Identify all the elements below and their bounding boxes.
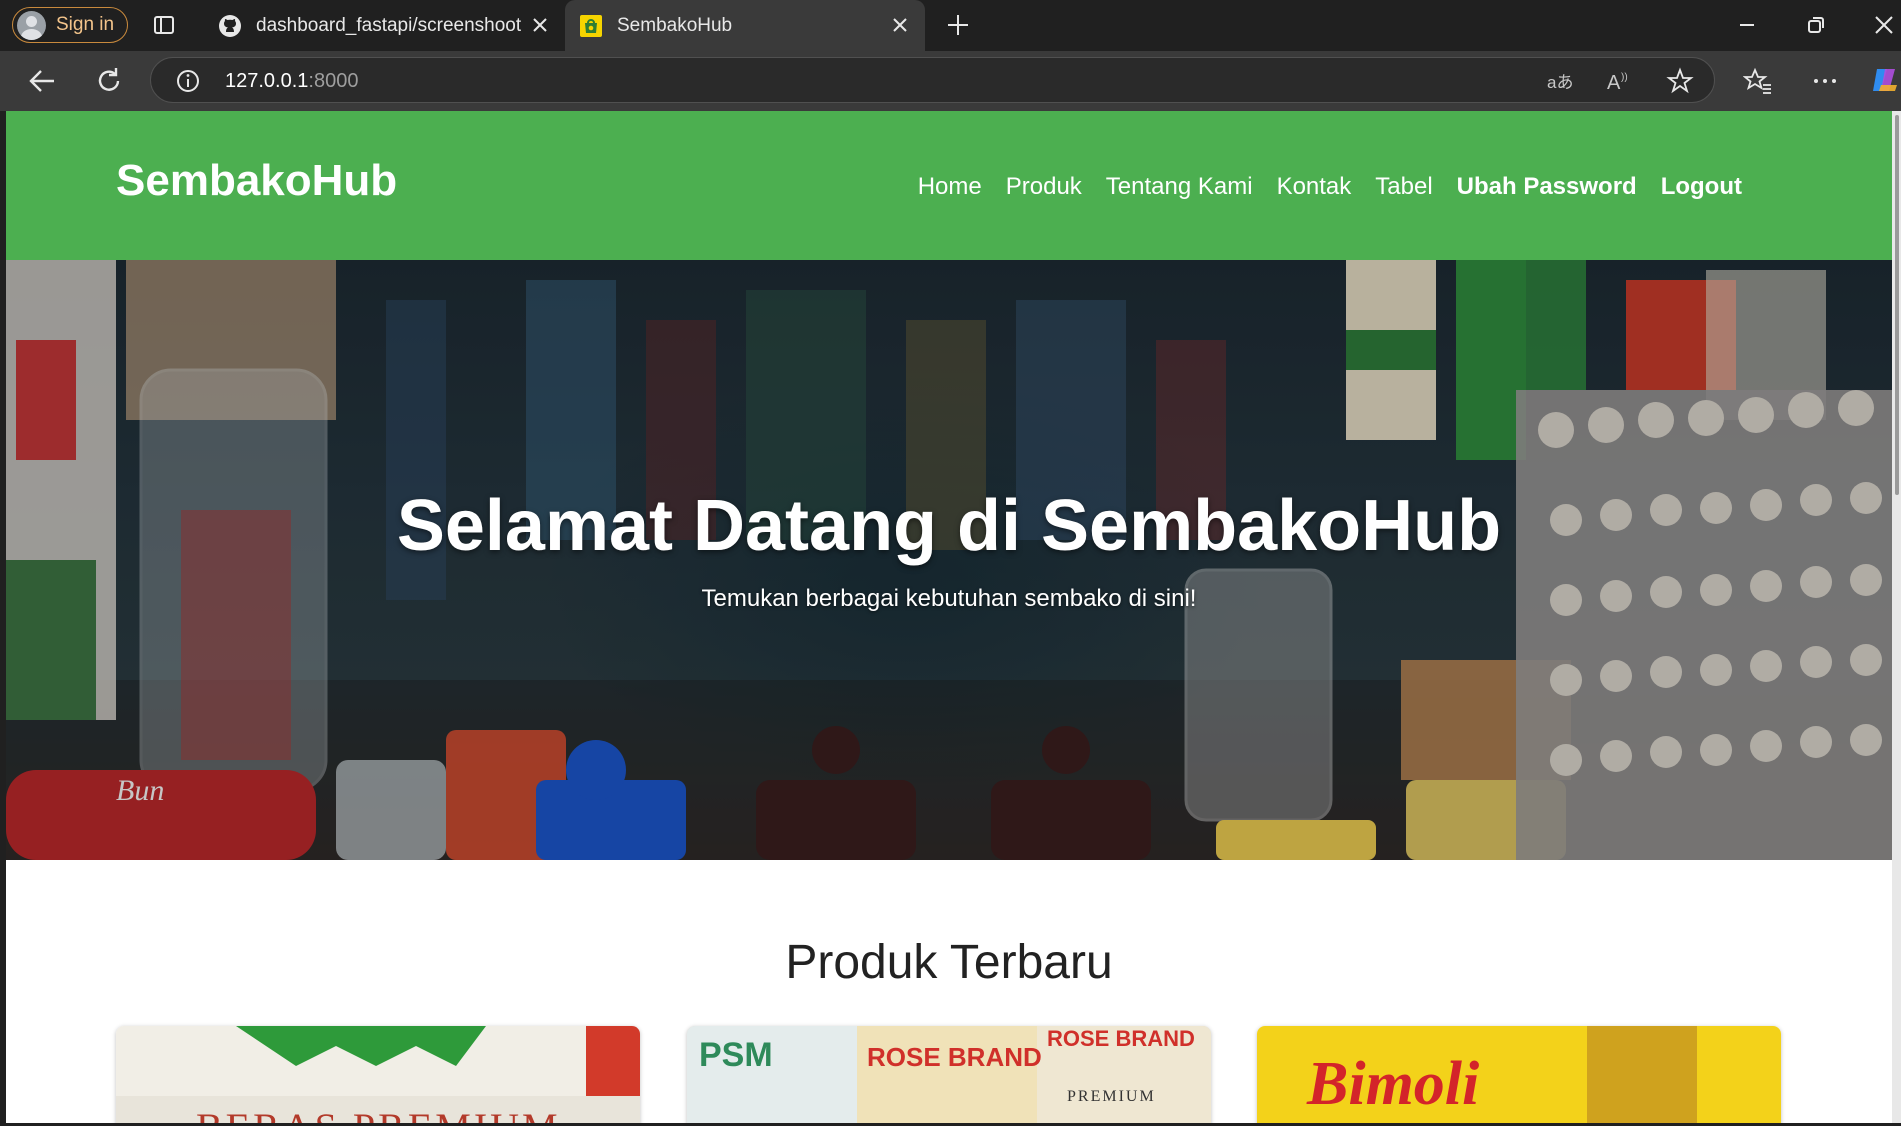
svg-text:)): )) (1621, 72, 1628, 83)
product-image-text: Bimoli (1306, 1050, 1479, 1118)
site-navbar: SembakoHub Home Produk Tentang Kami Kont… (6, 111, 1892, 260)
translate-icon[interactable]: aあ (1546, 68, 1574, 94)
svg-text:A: A (1607, 72, 1621, 94)
rose-brand-label: ROSE BRAND (1047, 1026, 1195, 1051)
product-card[interactable]: BERAS PREMIUM (116, 1026, 640, 1123)
product-image-text: BERAS PREMIUM (196, 1105, 561, 1123)
site-brand[interactable]: SembakoHub (116, 156, 397, 206)
tab-actions-icon[interactable] (152, 13, 176, 37)
product-image-text: ROSE BRAND (867, 1042, 1042, 1072)
nav-tentang-kami[interactable]: Tentang Kami (1106, 173, 1253, 201)
nav-links: Home Produk Tentang Kami Kontak Tabel Ub… (918, 173, 1742, 201)
nav-ubah-password[interactable]: Ubah Password (1457, 173, 1637, 201)
minimize-icon[interactable] (1734, 12, 1760, 38)
site-info-icon[interactable] (175, 68, 201, 94)
page-scrollbar-thumb[interactable] (1895, 115, 1899, 495)
tab-title: SembakoHub (617, 14, 733, 36)
product-image-gula: PSM ROSE BRAND ROSE BRAND PREMIUM (687, 1026, 1211, 1123)
close-window-icon[interactable] (1871, 12, 1897, 38)
section-title: Produk Terbaru (785, 936, 1113, 989)
tab-strip: Sign in dashboard_fastapi/screenshoots/d… (0, 0, 1901, 51)
new-tab-icon[interactable] (944, 11, 972, 39)
read-aloud-icon[interactable]: A )) (1606, 68, 1634, 94)
svg-text:aあ: aあ (1547, 73, 1573, 92)
nav-produk[interactable]: Produk (1006, 173, 1082, 201)
nav-home[interactable]: Home (918, 173, 982, 201)
restore-icon[interactable] (1803, 12, 1829, 38)
nav-logout[interactable]: Logout (1661, 173, 1742, 201)
tab-sembakohub[interactable]: SembakoHub (565, 0, 925, 51)
url-port: :8000 (308, 70, 359, 92)
reload-icon[interactable] (94, 66, 124, 96)
sign-in-button[interactable]: Sign in (12, 7, 128, 43)
copilot-icon[interactable] (1869, 65, 1899, 95)
address-bar[interactable]: 127.0.0.1:8000 aあ A )) (150, 57, 1715, 103)
nav-kontak[interactable]: Kontak (1277, 173, 1352, 201)
url-host: 127.0.0.1 (225, 70, 309, 92)
product-card[interactable]: PSM ROSE BRAND ROSE BRAND PREMIUM (687, 1026, 1211, 1123)
nav-tabel[interactable]: Tabel (1375, 173, 1432, 201)
sembakohub-favicon-icon (580, 14, 602, 37)
hero-title: Selamat Datang di SembakoHub (396, 486, 1502, 566)
hero-subtitle: Temukan berbagai kebutuhan sembako di si… (701, 585, 1197, 612)
tab-title: dashboard_fastapi/screenshoots/d (256, 14, 521, 36)
premium-label: PREMIUM (1067, 1088, 1156, 1105)
product-image-minyak: Bimoli (1257, 1026, 1781, 1123)
product-image-beras: BERAS PREMIUM (116, 1026, 640, 1123)
github-icon (219, 14, 241, 37)
avatar-icon (17, 10, 46, 40)
favorites-icon[interactable] (1743, 66, 1773, 96)
browser-toolbar: 127.0.0.1:8000 aあ A )) (0, 51, 1901, 111)
tab-github[interactable]: dashboard_fastapi/screenshoots/d (210, 0, 565, 51)
sign-in-label: Sign in (56, 14, 115, 35)
back-icon[interactable] (27, 66, 57, 96)
page-viewport: SembakoHub Home Produk Tentang Kami Kont… (6, 111, 1892, 1123)
hero-banner: Bun Selamat Datang di SembakoHub Temukan… (6, 260, 1892, 860)
close-tab-icon[interactable] (529, 14, 551, 36)
close-tab-icon[interactable] (889, 14, 911, 36)
product-card[interactable]: Bimoli (1257, 1026, 1781, 1123)
url-text: 127.0.0.1:8000 (225, 70, 358, 93)
psm-label: PSM (699, 1036, 773, 1074)
favorite-star-icon[interactable] (1666, 67, 1694, 95)
more-menu-icon[interactable] (1810, 66, 1840, 96)
